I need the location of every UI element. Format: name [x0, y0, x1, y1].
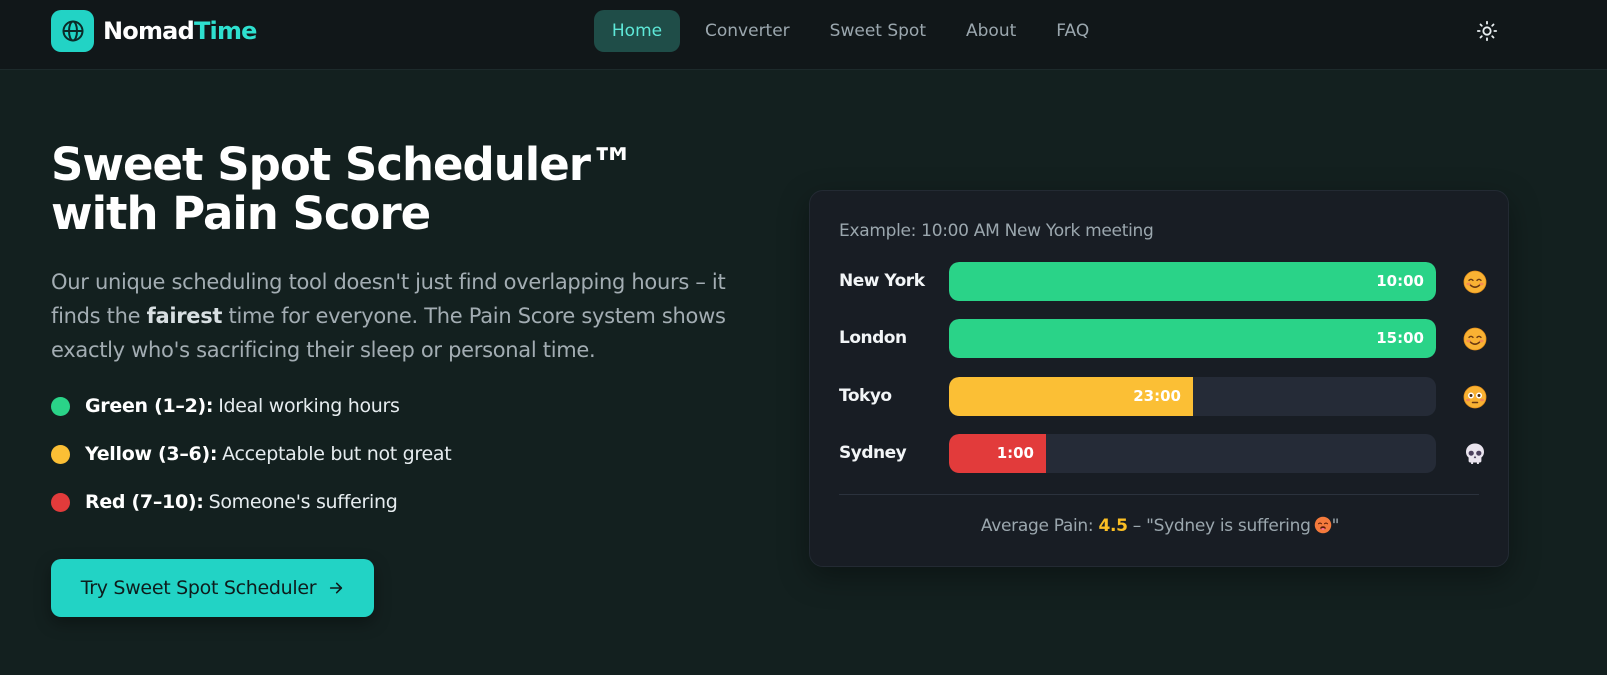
city-name: London — [839, 328, 907, 348]
legend-text: Someone's suffering — [208, 491, 398, 513]
city-name: Sydney — [839, 443, 907, 463]
globe-icon — [51, 10, 94, 52]
city-row-london: London 15:00 — [839, 319, 1487, 358]
local-time: 23:00 — [1133, 387, 1181, 405]
brand-name-part1: Nomad — [103, 17, 195, 45]
city-row-new-york: New York 10:00 — [839, 262, 1487, 301]
nav-link-home[interactable]: Home — [594, 10, 680, 52]
hot-face-icon — [1314, 516, 1332, 534]
card-divider — [839, 494, 1479, 495]
legend-label: Yellow (3–6): — [85, 443, 218, 465]
brand-logo[interactable]: NomadTime — [51, 10, 257, 52]
smiling-face-icon — [1463, 270, 1487, 294]
yellow-dot-icon — [51, 444, 70, 464]
legend-item-red: Red (7–10): Someone's suffering — [51, 489, 451, 515]
cta-label: Try Sweet Spot Scheduler — [80, 577, 317, 599]
average-pain-label: Average Pain: — [980, 516, 1099, 536]
average-pain-quote-close: " — [1331, 516, 1340, 536]
time-bar-track: 23:00 — [949, 377, 1436, 416]
pain-score-example-card: Example: 10:00 AM New York meeting New Y… — [809, 190, 1509, 567]
city-name: Tokyo — [839, 386, 892, 406]
try-sweet-spot-button[interactable]: Try Sweet Spot Scheduler — [51, 559, 374, 617]
legend-item-yellow: Yellow (3–6): Acceptable but not great — [51, 441, 452, 467]
legend-text: Acceptable but not great — [222, 443, 452, 465]
city-name: New York — [839, 271, 925, 291]
time-bar-track: 1:00 — [949, 434, 1436, 473]
average-pain-score: 4.5 — [1098, 516, 1128, 536]
arrow-right-icon — [330, 582, 343, 594]
legend-label: Red (7–10): — [85, 491, 204, 513]
city-row-tokyo: Tokyo 23:00 — [839, 377, 1487, 416]
time-bar-fill — [949, 262, 1436, 301]
time-bar-track: 10:00 — [949, 262, 1436, 301]
nav-link-faq[interactable]: FAQ — [1036, 10, 1109, 52]
nav-link-converter[interactable]: Converter — [685, 10, 810, 52]
pain-score-legend: Green (1–2): Ideal working hours Yellow … — [51, 393, 452, 537]
nav-link-sweet-spot[interactable]: Sweet Spot — [810, 10, 946, 52]
main-nav: Home Converter Sweet Spot About FAQ — [594, 10, 1109, 52]
brand-name: NomadTime — [103, 17, 257, 45]
time-bar-fill — [949, 319, 1436, 358]
smiling-face-icon — [1463, 327, 1487, 351]
sun-icon[interactable] — [1476, 20, 1498, 42]
card-caption: Example: 10:00 AM New York meeting — [839, 221, 1154, 241]
green-dot-icon — [51, 396, 70, 416]
legend-label: Green (1–2): — [85, 395, 214, 417]
skull-icon — [1463, 442, 1487, 466]
flushed-face-icon — [1463, 385, 1487, 409]
brand-name-part2: Time — [193, 17, 257, 45]
legend-text: Ideal working hours — [218, 395, 400, 417]
nav-link-about[interactable]: About — [946, 10, 1036, 52]
hero-description-bold: fairest — [146, 304, 223, 328]
red-dot-icon — [51, 492, 70, 512]
city-row-sydney: Sydney 1:00 — [839, 434, 1484, 473]
top-navbar: NomadTime Home Converter Sweet Spot Abou… — [0, 0, 1607, 70]
time-bar-track: 15:00 — [949, 319, 1436, 358]
average-pain-summary: Average Pain: 4.5 – "Sydney is suffering… — [810, 516, 1510, 536]
hero-title: Sweet Spot Scheduler™ with Pain Score — [51, 138, 635, 240]
local-time: 15:00 — [1376, 329, 1424, 347]
hero-description: Our unique scheduling tool doesn't just … — [51, 265, 731, 367]
legend-item-green: Green (1–2): Ideal working hours — [51, 393, 451, 419]
average-pain-quote: – "Sydney is suffering — [1127, 516, 1311, 536]
local-time: 10:00 — [1376, 272, 1424, 290]
local-time: 1:00 — [996, 444, 1034, 462]
